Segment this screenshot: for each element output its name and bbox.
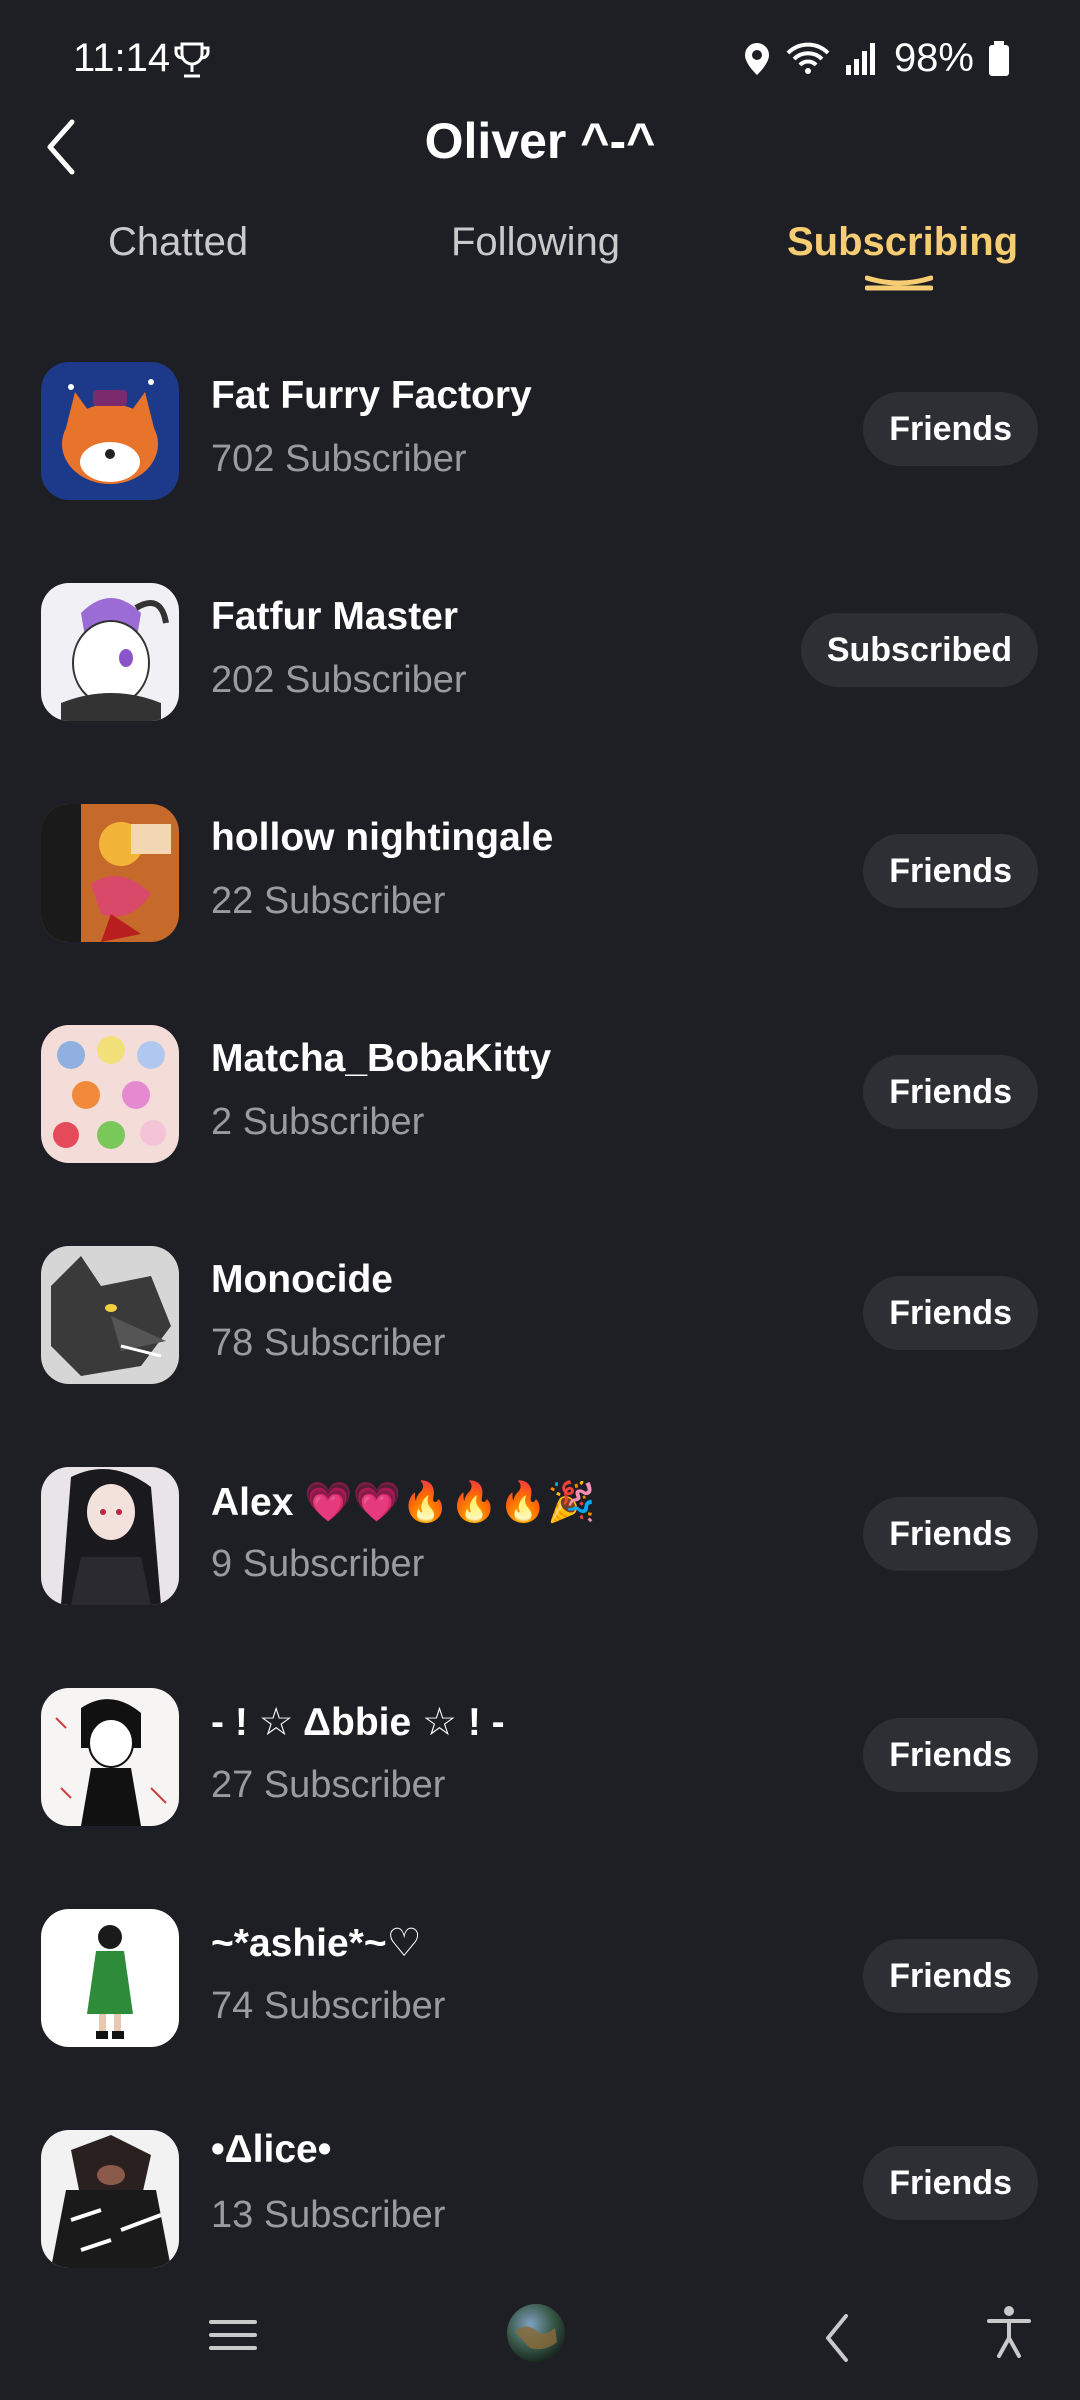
item-name: Fatfur Master <box>211 595 459 638</box>
back-icon[interactable] <box>818 2310 858 2366</box>
avatar <box>41 1467 179 1605</box>
friends-button[interactable]: Friends <box>863 1718 1038 1792</box>
avatar <box>41 1025 179 1163</box>
item-subscribers: 13 Subscriber <box>211 2194 446 2236</box>
item-name: hollow nightingale <box>211 816 554 859</box>
globe-icon[interactable] <box>505 2302 567 2364</box>
battery-icon <box>989 40 1009 76</box>
list-item[interactable]: Monocide 78 Subscriber Friends <box>0 1224 1080 1445</box>
item-subscribers: 78 Subscriber <box>211 1322 446 1364</box>
item-subscribers: 702 Subscriber <box>211 438 467 480</box>
item-subscribers: 202 Subscriber <box>211 659 467 701</box>
list-item[interactable]: Alex 💗💗🔥🔥🔥🎉 9 Subscriber Friends <box>0 1445 1080 1666</box>
avatar <box>41 583 179 721</box>
avatar <box>41 362 179 500</box>
item-subscribers: 9 Subscriber <box>211 1543 425 1585</box>
list-item[interactable]: Matcha_BobaKitty 2 Subscriber Friends <box>0 1003 1080 1224</box>
tab-subscribing[interactable]: Subscribing <box>787 220 1018 265</box>
status-time: 11:14 <box>73 36 171 80</box>
avatar <box>41 1688 179 1826</box>
accessibility-icon[interactable] <box>985 2304 1033 2360</box>
friends-button[interactable]: Friends <box>863 1276 1038 1350</box>
avatar <box>41 804 179 942</box>
system-navigation-bar <box>0 2270 1080 2400</box>
list-item[interactable]: - ! ☆ Δbbie ☆ ! - 27 Subscriber Friends <box>0 1666 1080 1887</box>
item-name: Alex 💗💗🔥🔥🔥🎉 <box>211 1481 596 1524</box>
friends-button[interactable]: Friends <box>863 1939 1038 2013</box>
list-item[interactable]: ~*ashie*~♡ 74 Subscriber Friends <box>0 1887 1080 2108</box>
item-name: - ! ☆ Δbbie ☆ ! - <box>211 1701 505 1744</box>
menu-icon[interactable] <box>208 2310 258 2360</box>
avatar <box>41 1246 179 1384</box>
location-icon <box>744 42 769 75</box>
signal-icon <box>845 42 875 75</box>
list-item[interactable]: Fat Furry Factory 702 Subscriber Friends <box>0 340 1080 561</box>
item-subscribers: 27 Subscriber <box>211 1764 446 1806</box>
item-subscribers: 2 Subscriber <box>211 1101 425 1143</box>
status-bar: 11:14 98% <box>0 0 1080 120</box>
battery-percent: 98% <box>893 36 974 80</box>
friends-button[interactable]: Friends <box>863 1055 1038 1129</box>
item-subscribers: 22 Subscriber <box>211 880 446 922</box>
list-item[interactable]: hollow nightingale 22 Subscriber Friends <box>0 782 1080 1003</box>
active-tab-indicator <box>865 275 933 291</box>
item-name: Monocide <box>211 1258 393 1301</box>
item-subscribers: 74 Subscriber <box>211 1985 446 2027</box>
item-name: Matcha_BobaKitty <box>211 1037 552 1080</box>
item-name: ~*ashie*~♡ <box>211 1922 422 1965</box>
tab-following[interactable]: Following <box>451 220 620 265</box>
subscribed-button[interactable]: Subscribed <box>800 613 1038 687</box>
avatar <box>41 2130 179 2268</box>
friends-button[interactable]: Friends <box>863 1497 1038 1571</box>
list-item[interactable]: Fatfur Master 202 Subscriber Subscribed <box>0 561 1080 782</box>
item-name: Fat Furry Factory <box>211 374 532 417</box>
tab-chatted[interactable]: Chatted <box>108 220 248 265</box>
friends-button[interactable]: Friends <box>863 2146 1038 2220</box>
wifi-icon <box>786 42 830 74</box>
friends-button[interactable]: Friends <box>863 392 1038 466</box>
avatar <box>41 1909 179 2047</box>
item-name: •Δlice• <box>211 2128 332 2171</box>
page-title: Oliver ^-^ <box>424 113 656 169</box>
friends-button[interactable]: Friends <box>863 834 1038 908</box>
trophy-icon <box>174 42 210 78</box>
